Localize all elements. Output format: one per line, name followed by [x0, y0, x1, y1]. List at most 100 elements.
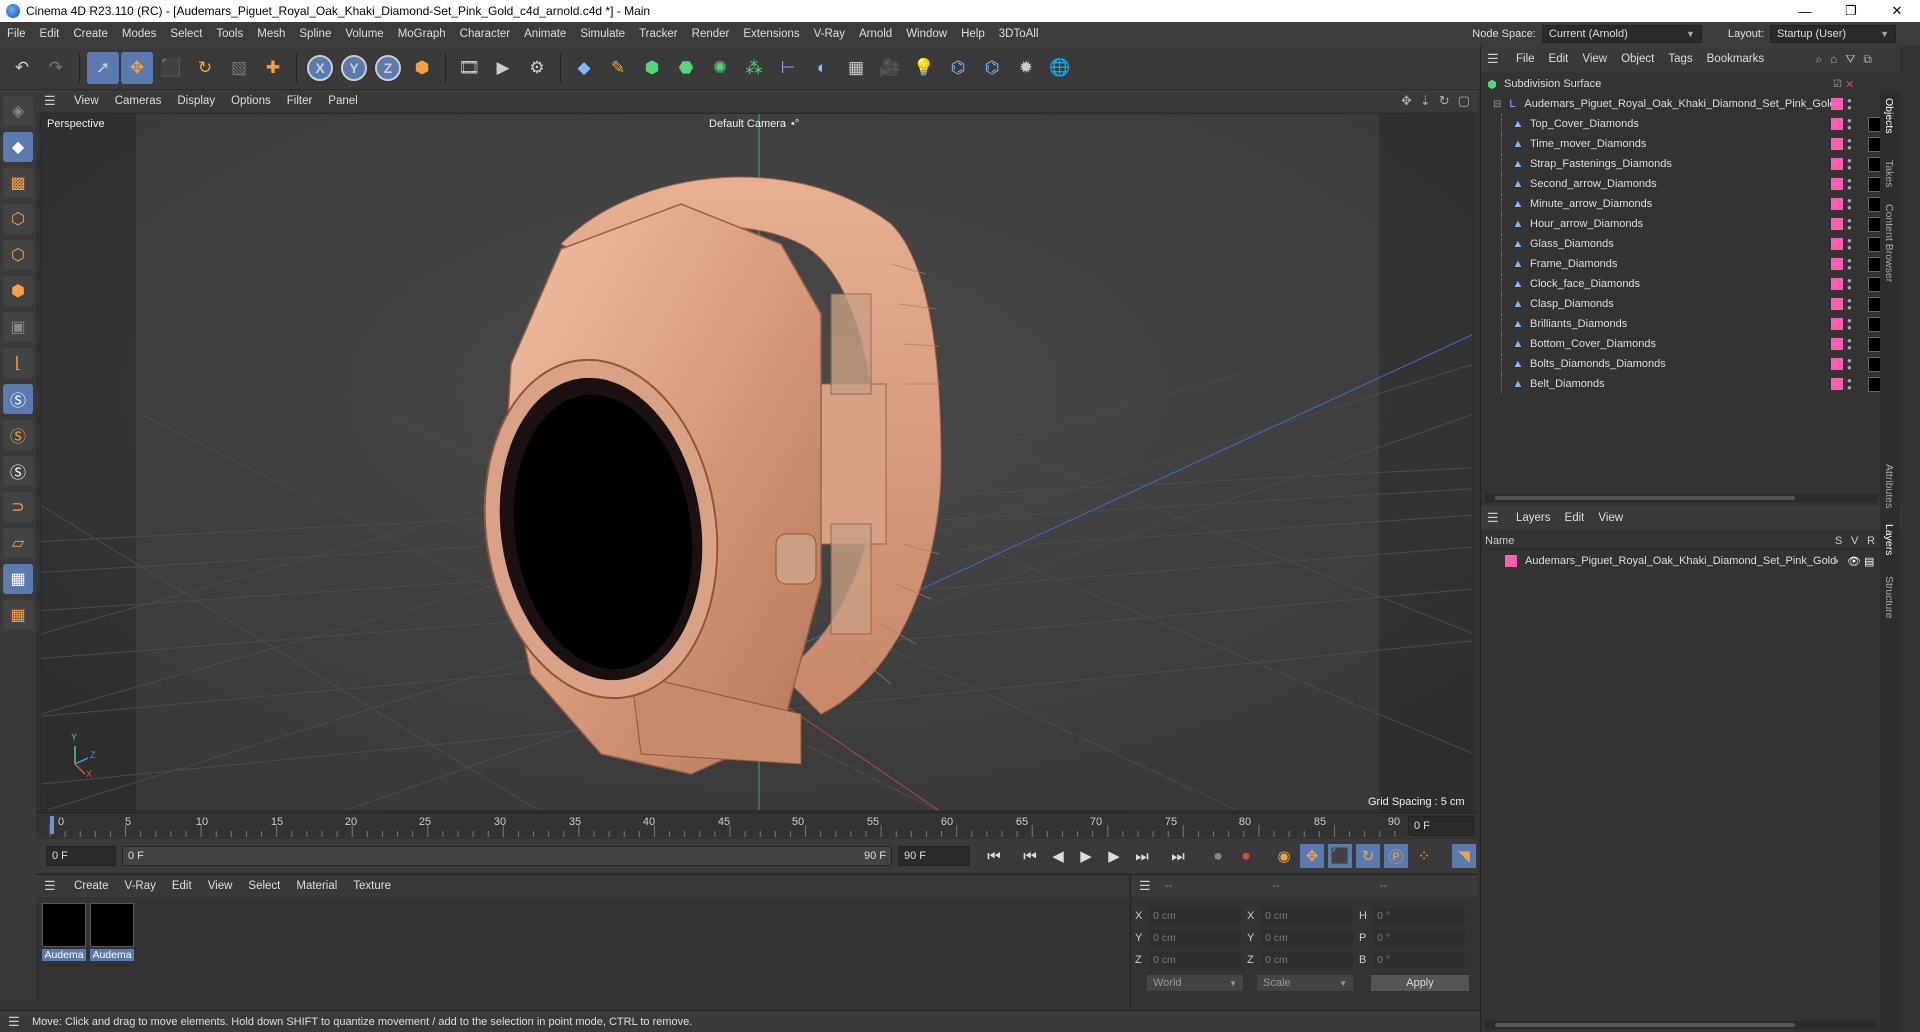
object-horizontal-scrollbar[interactable]: [1485, 494, 1877, 502]
enabled-check-icon[interactable]: ☑: [1833, 79, 1842, 90]
x-icon[interactable]: ✕: [1845, 78, 1854, 91]
tab-objects[interactable]: Objects: [1883, 98, 1895, 134]
layers-menu-edit[interactable]: Edit: [1558, 512, 1592, 524]
apply-button[interactable]: Apply: [1371, 975, 1469, 991]
material-menu-create[interactable]: Create: [66, 880, 117, 892]
menu-file[interactable]: File: [0, 28, 33, 40]
transform-mode-dropdown[interactable]: Scale ▼: [1257, 975, 1353, 991]
visibility-dots[interactable]: ● ●: [1847, 177, 1852, 192]
previous-frame-icon[interactable]: ◀: [1046, 844, 1070, 868]
visibility-dots[interactable]: ● ●: [1847, 237, 1852, 252]
visibility-dots[interactable]: ● ●: [1847, 157, 1852, 172]
hamburger-icon[interactable]: ☰: [1139, 878, 1153, 894]
snap-icon[interactable]: Ⓢ: [3, 384, 33, 414]
layer-color-tag[interactable]: [1831, 118, 1843, 130]
locked-workplane-icon[interactable]: ▦: [3, 600, 33, 630]
layer-color-tag[interactable]: [1831, 98, 1843, 110]
recent-tools-icon[interactable]: ▧: [223, 52, 255, 84]
object-row-child[interactable]: ▲ Clasp_Diamonds ● ●: [1481, 294, 1901, 314]
motion-system-icon[interactable]: ◥: [1452, 844, 1476, 868]
key-pla-icon[interactable]: ⁘: [1412, 844, 1436, 868]
visibility-dots[interactable]: ● ●: [1847, 117, 1852, 132]
perspective-viewport[interactable]: Perspective Default Camera •° Grid Spaci…: [40, 113, 1473, 811]
python-icon[interactable]: ⌬: [942, 52, 974, 84]
cloner-icon[interactable]: ⁂: [738, 52, 770, 84]
camera-link-icon[interactable]: •°: [791, 118, 799, 130]
menu-tracker[interactable]: Tracker: [632, 28, 685, 40]
scrollbar-thumb[interactable]: [1495, 1023, 1795, 1027]
menu-modes[interactable]: Modes: [115, 28, 164, 40]
material-menu-texture[interactable]: Texture: [345, 880, 399, 892]
layer-color-tag[interactable]: [1831, 378, 1843, 390]
viewport-menu-view[interactable]: View: [66, 95, 107, 107]
grid-icon[interactable]: ▦: [3, 564, 33, 594]
menu-vray[interactable]: V-Ray: [807, 28, 852, 40]
collapse-icon[interactable]: ⊟: [1493, 99, 1501, 110]
layer-color-tag[interactable]: [1831, 338, 1843, 350]
viewport-menu-display[interactable]: Display: [169, 95, 223, 107]
home-icon[interactable]: ⌂: [1830, 52, 1837, 67]
hamburger-icon[interactable]: ☰: [8, 1014, 22, 1030]
coordinate-space-dropdown[interactable]: World ▼: [1147, 975, 1243, 991]
start-frame-field[interactable]: 0 F: [46, 846, 116, 866]
layer-color-tag[interactable]: [1831, 258, 1843, 270]
visibility-dots[interactable]: ● ●: [1847, 337, 1852, 352]
tab-layers[interactable]: Layers: [1883, 524, 1895, 556]
visibility-dots[interactable]: ● ●: [1847, 277, 1852, 292]
viewport-menu-panel[interactable]: Panel: [320, 95, 365, 107]
object-row-child[interactable]: ▲ Belt_Diamonds ● ●: [1481, 374, 1901, 394]
layer-color-tag[interactable]: [1831, 178, 1843, 190]
play-icon[interactable]: ▶: [1074, 844, 1098, 868]
layer-color-tag[interactable]: [1831, 138, 1843, 150]
object-row-child[interactable]: ▲ Minute_arrow_Diamonds ● ●: [1481, 194, 1901, 214]
material-menu-vray[interactable]: V-Ray: [117, 880, 164, 892]
playhead[interactable]: [50, 816, 54, 834]
tab-structure[interactable]: Structure: [1883, 576, 1895, 619]
layer-color-swatch[interactable]: [1505, 555, 1517, 567]
render-settings-icon[interactable]: ⚙: [521, 52, 553, 84]
menu-simulate[interactable]: Simulate: [573, 28, 632, 40]
objects-menu-edit[interactable]: Edit: [1542, 53, 1576, 65]
redo-icon[interactable]: ↷: [40, 52, 72, 84]
select-cursor-icon[interactable]: ➚: [87, 51, 119, 84]
points-mode-icon[interactable]: ⬡: [3, 204, 33, 234]
subdivision-icon[interactable]: ⬢: [636, 52, 668, 84]
scale-icon[interactable]: ⬛: [155, 52, 187, 84]
menu-tools[interactable]: Tools: [209, 28, 250, 40]
layer-horizontal-scrollbar[interactable]: [1485, 1021, 1877, 1029]
tab-takes[interactable]: Takes: [1883, 160, 1895, 187]
objects-menu-tags[interactable]: Tags: [1661, 53, 1699, 65]
menu-select[interactable]: Select: [163, 28, 209, 40]
visibility-dots[interactable]: ● ●: [1847, 257, 1852, 272]
menu-spline[interactable]: Spline: [292, 28, 338, 40]
object-row-child[interactable]: ▲ Bottom_Cover_Diamonds ● ●: [1481, 334, 1901, 354]
menu-extensions[interactable]: Extensions: [736, 28, 806, 40]
object-row-child[interactable]: ▲ Top_Cover_Diamonds ● ●: [1481, 114, 1901, 134]
key-parameter-icon[interactable]: Ⓟ: [1384, 844, 1408, 868]
pan-icon[interactable]: ✥: [1401, 93, 1412, 109]
position-x-field[interactable]: 0 cm: [1149, 908, 1241, 924]
tab-attributes[interactable]: Attributes: [1883, 464, 1895, 508]
render-icon[interactable]: ▤: [1864, 555, 1874, 568]
deformer-icon[interactable]: ⊢: [772, 52, 804, 84]
layers-menu-layers[interactable]: Layers: [1509, 512, 1558, 524]
snap-options-icon[interactable]: Ⓢ: [3, 456, 33, 486]
y-axis-lock-button[interactable]: Y: [341, 54, 367, 81]
model-mode-icon[interactable]: ◆: [3, 132, 33, 162]
layer-color-tag[interactable]: [1831, 298, 1843, 310]
go-to-end-icon[interactable]: ⏭: [1166, 844, 1190, 868]
next-frame-icon[interactable]: ▶: [1102, 844, 1126, 868]
size-y-field[interactable]: 0 cm: [1261, 930, 1353, 946]
object-row-child[interactable]: ▲ Hour_arrow_Diamonds ● ●: [1481, 214, 1901, 234]
hamburger-icon[interactable]: ☰: [1487, 510, 1501, 526]
key-rotation-icon[interactable]: ↻: [1356, 844, 1380, 868]
texture-mode-icon[interactable]: ▩: [3, 168, 33, 198]
keyframe-selection-icon[interactable]: ◉: [1272, 844, 1296, 868]
node-space-dropdown[interactable]: Current (Arnold) ▼: [1541, 25, 1702, 43]
scrollbar-thumb[interactable]: [1495, 496, 1795, 500]
next-key-icon[interactable]: ⏭: [1130, 844, 1154, 868]
object-row-child[interactable]: ▲ Clock_face_Diamonds ● ●: [1481, 274, 1901, 294]
layer-row[interactable]: Audemars_Piguet_Royal_Oak_Khaki_Diamond_…: [1481, 551, 1901, 571]
close-button[interactable]: ✕: [1874, 0, 1920, 22]
field-icon[interactable]: ◐: [806, 52, 838, 84]
